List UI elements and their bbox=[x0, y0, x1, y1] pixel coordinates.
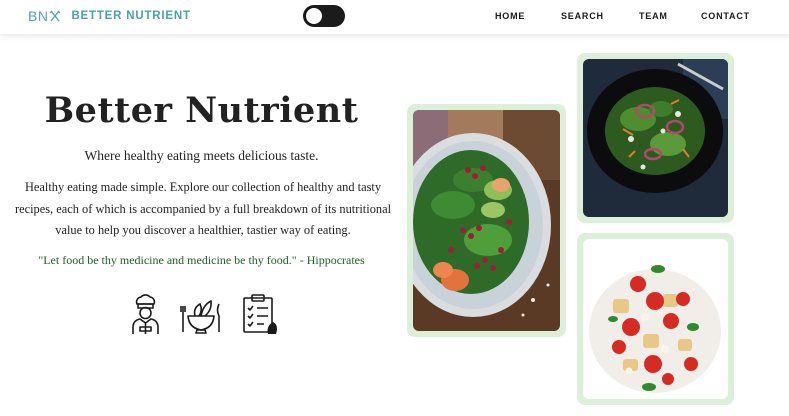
brand-logo[interactable]: BN BETTER NUTRIENT bbox=[28, 8, 191, 24]
toggle-knob bbox=[306, 8, 322, 24]
photo-card-dark-bowl-salad[interactable] bbox=[577, 53, 734, 223]
chef-icon bbox=[132, 294, 159, 334]
nutrition-checklist-icon bbox=[243, 294, 277, 334]
hero-subtitle: Where healthy eating meets delicious tas… bbox=[84, 148, 319, 163]
hero-description: Healthy eating made simple. Explore our … bbox=[14, 180, 392, 237]
nav-home-link[interactable]: HOME bbox=[495, 11, 525, 21]
fork-knife-icon bbox=[50, 10, 61, 22]
brand-name: BETTER NUTRIENT bbox=[71, 10, 191, 22]
nav-team-link[interactable]: TEAM bbox=[639, 11, 668, 21]
nav-contact-link[interactable]: CONTACT bbox=[701, 11, 750, 21]
page-title: Better Nutrient bbox=[44, 90, 359, 131]
brand-mark-text: BN bbox=[28, 8, 49, 24]
photo-card-spinach-salad[interactable] bbox=[407, 104, 566, 337]
tomato-salad-image bbox=[583, 239, 728, 399]
dark-bowl-salad-image bbox=[583, 59, 728, 217]
nav-search-link[interactable]: SEARCH bbox=[561, 11, 604, 21]
brand-mark: BN bbox=[28, 8, 61, 24]
spinach-salad-image bbox=[413, 110, 560, 331]
hero-quote: "Let food be thy medicine and medicine b… bbox=[38, 253, 365, 267]
theme-toggle[interactable] bbox=[303, 5, 345, 27]
photo-card-tomato-salad[interactable] bbox=[577, 233, 734, 405]
salad-bowl-icon bbox=[180, 300, 220, 334]
top-navbar: BN BETTER NUTRIENT HOME SEARCH TEAM CONT… bbox=[0, 0, 789, 34]
